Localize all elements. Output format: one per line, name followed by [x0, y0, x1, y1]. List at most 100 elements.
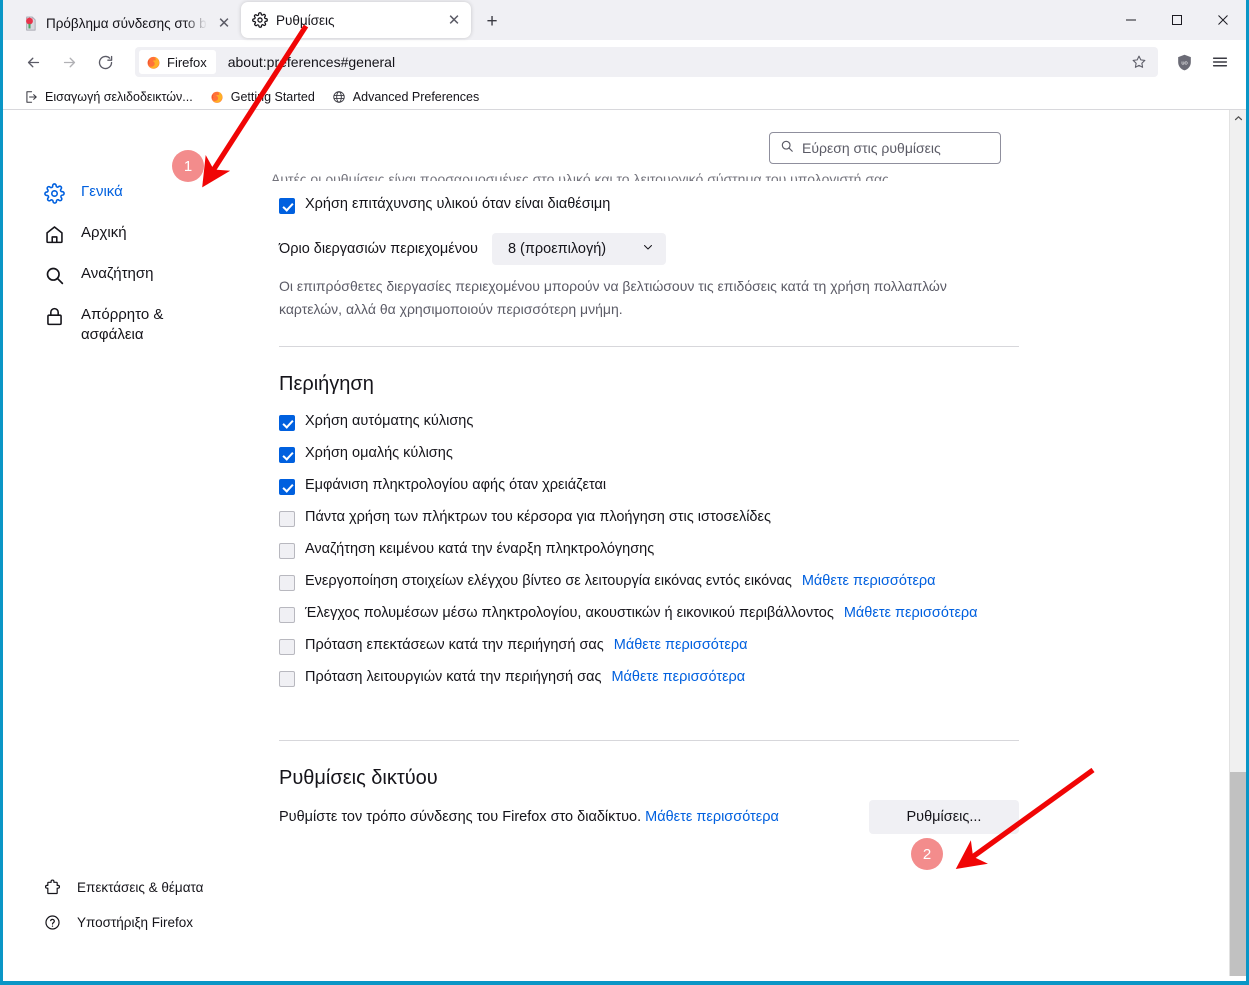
checkbox-label: Έλεγχος πολυμέσων μέσω πληκτρολογίου, ακ…	[305, 605, 834, 622]
new-tab-button[interactable]: +	[477, 7, 507, 37]
checkbox-recommend-extensions[interactable]: Πρόταση επεκτάσεων κατά την περιήγησή σα…	[279, 630, 1011, 662]
vertical-scrollbar[interactable]	[1229, 110, 1246, 976]
checkbox-label: Αναζήτηση κειμένου κατά την έναρξη πληκτ…	[305, 541, 655, 558]
firefox-icon	[147, 56, 160, 69]
tab-connection-problem[interactable]: Πρόβλημα σύνδεσης στο bourd ✕	[11, 6, 241, 40]
url-bar[interactable]: Firefox about:preferences#general	[135, 47, 1158, 77]
bookmark-import[interactable]: Εισαγωγή σελιδοδεικτών...	[17, 87, 199, 107]
checkbox-indicator[interactable]	[279, 575, 295, 592]
firefox-icon	[209, 89, 225, 105]
globe-icon	[331, 89, 347, 105]
checkbox-picture-in-picture[interactable]: Ενεργοποίηση στοιχείων ελέγχου βίντεο σε…	[279, 566, 1011, 598]
sidebar-item-label: Αναζήτηση	[81, 265, 154, 282]
broken-page-icon	[21, 15, 38, 32]
learn-more-link[interactable]: Μάθετε περισσότερα	[611, 669, 745, 685]
puzzle-icon	[43, 879, 61, 897]
minimize-button[interactable]	[1108, 0, 1154, 40]
checkbox-indicator[interactable]	[279, 639, 295, 656]
checkbox-indicator[interactable]	[279, 607, 295, 624]
back-button[interactable]	[17, 46, 49, 78]
reload-button[interactable]	[89, 46, 121, 78]
checkbox-caret-browsing[interactable]: Πάντα χρήση των πλήκτρων του κέρσορα για…	[279, 502, 1011, 534]
svg-text:uo: uo	[1181, 60, 1187, 66]
close-button[interactable]	[1200, 0, 1246, 40]
sidebar-item-label: Γενικά	[81, 183, 123, 200]
bookmark-getting-started[interactable]: Getting Started	[203, 87, 321, 107]
gear-icon	[43, 182, 65, 204]
search-icon	[780, 139, 794, 158]
checkbox-label: Χρήση επιτάχυνσης υλικού όταν είναι διαθ…	[305, 196, 611, 212]
bookmarks-bar: Εισαγωγή σελιδοδεικτών... Getting Starte…	[3, 84, 1246, 110]
checkbox-touch-keyboard[interactable]: Εμφάνιση πληκτρολογίου αφής όταν χρειάζε…	[279, 470, 1011, 502]
sidebar-item-firefox-support[interactable]: Υποστήριξη Firefox	[3, 905, 253, 940]
checkbox-media-control[interactable]: Έλεγχος πολυμέσων μέσω πληκτρολογίου, ακ…	[279, 598, 1011, 630]
close-icon[interactable]: ✕	[445, 11, 463, 29]
bookmark-star-icon[interactable]	[1126, 49, 1152, 75]
sidebar-item-general[interactable]: Γενικά	[3, 172, 253, 213]
close-icon[interactable]: ✕	[215, 14, 233, 32]
learn-more-link[interactable]: Μάθετε περισσότερα	[802, 573, 936, 589]
identity-label: Firefox	[167, 54, 207, 70]
checkbox-indicator[interactable]	[279, 415, 295, 432]
content-process-limit-select[interactable]: 8 (προεπιλογή)	[491, 233, 666, 265]
browsing-section-title: Περιήγηση	[279, 373, 374, 396]
identity-chip[interactable]: Firefox	[139, 50, 216, 74]
checkbox-autoscroll[interactable]: Χρήση αυτόματης κύλισης	[279, 406, 1011, 438]
checkbox-indicator[interactable]	[279, 479, 295, 496]
checkbox-indicator[interactable]	[279, 671, 295, 688]
checkbox-search-on-typing[interactable]: Αναζήτηση κειμένου κατά την έναρξη πληκτ…	[279, 534, 1011, 566]
gear-icon	[251, 12, 268, 29]
network-description-wrap: Ρυθμίστε τον τρόπο σύνδεσης του Firefox …	[279, 809, 779, 825]
learn-more-link[interactable]: Μάθετε περισσότερα	[844, 605, 978, 621]
select-value: 8 (προεπιλογή)	[507, 241, 607, 257]
checkbox-label: Ενεργοποίηση στοιχείων ελέγχου βίντεο σε…	[305, 573, 792, 590]
checkbox-label: Εμφάνιση πληκτρολογίου αφής όταν χρειάζε…	[305, 477, 607, 494]
settings-pane: Αυτές οι ρυθμίσεις είναι προσαρμοσμένες …	[271, 170, 1019, 835]
hardware-settings-note: Αυτές οι ρυθμίσεις είναι προσαρμοσμένες …	[271, 171, 893, 181]
checkbox-indicator[interactable]	[279, 198, 295, 214]
question-circle-icon	[43, 914, 61, 932]
content-process-limit-label: Όριο διεργασιών περιεχομένου	[279, 241, 478, 257]
checkbox-indicator[interactable]	[279, 543, 295, 560]
tab-settings[interactable]: Ρυθμίσεις ✕	[241, 2, 471, 38]
content-process-limit-row: Όριο διεργασιών περιεχομένου 8 (προεπιλο…	[279, 233, 1011, 265]
checkbox-smooth-scroll[interactable]: Χρήση ομαλής κύλισης	[279, 438, 1011, 470]
sidebar-item-search[interactable]: Αναζήτηση	[3, 254, 253, 295]
checkbox-indicator[interactable]	[279, 447, 295, 464]
import-icon	[23, 89, 39, 105]
checkbox-indicator[interactable]	[279, 511, 295, 528]
preferences-sidebar: Γενικά Αρχική Αναζήτηση Απόρρητο & ασφάλ…	[3, 110, 253, 976]
learn-more-link[interactable]: Μάθετε περισσότερα	[614, 637, 748, 653]
learn-more-link[interactable]: Μάθετε περισσότερα	[645, 809, 779, 825]
ublock-origin-icon[interactable]: uo	[1168, 46, 1200, 78]
forward-button[interactable]	[53, 46, 85, 78]
sidebar-item-label: Αρχική	[81, 224, 127, 241]
app-menu-icon[interactable]	[1204, 46, 1236, 78]
maximize-button[interactable]	[1154, 0, 1200, 40]
scrollbar-track[interactable]	[1230, 127, 1246, 976]
checkbox-label: Χρήση αυτόματης κύλισης	[305, 413, 474, 430]
preferences-main: Εύρεση στις ρυθμίσεις Αυτές οι ρυθμίσεις…	[253, 110, 1246, 976]
bookmark-advanced-preferences[interactable]: Advanced Preferences	[325, 87, 485, 107]
scroll-up-arrow-icon[interactable]	[1230, 110, 1247, 127]
checkbox-hardware-acceleration[interactable]: Χρήση επιτάχυνσης υλικού όταν είναι διαθ…	[279, 189, 1011, 221]
sidebar-item-label: Υποστήριξη Firefox	[77, 914, 194, 930]
browser-window: Πρόβλημα σύνδεσης στο bourd ✕ Ρυθμίσεις …	[0, 0, 1249, 985]
network-settings-row: Ρυθμίστε τον τρόπο σύνδεσης του Firefox …	[279, 800, 1019, 835]
sidebar-item-privacy-security[interactable]: Απόρρητο & ασφάλεια	[3, 295, 253, 355]
window-controls	[1108, 0, 1246, 40]
sidebar-item-extensions-themes[interactable]: Επεκτάσεις & θέματα	[3, 870, 253, 905]
network-description: Ρυθμίστε τον τρόπο σύνδεσης του Firefox …	[279, 809, 642, 826]
bookmark-label: Getting Started	[230, 89, 315, 104]
search-icon	[43, 264, 65, 286]
tab-strip: Πρόβλημα σύνδεσης στο bourd ✕ Ρυθμίσεις …	[3, 0, 1246, 40]
checkbox-recommend-features[interactable]: Πρόταση λειτουργιών κατά την περιήγησή σ…	[279, 662, 1011, 694]
sidebar-item-home[interactable]: Αρχική	[3, 213, 253, 254]
network-settings-button[interactable]: Ρυθμίσεις...	[869, 800, 1019, 835]
tab-title: Ρυθμίσεις	[276, 12, 335, 28]
scrollbar-thumb[interactable]	[1230, 772, 1246, 976]
annotation-badge-2: 2	[911, 838, 943, 870]
chevron-down-icon	[642, 241, 654, 257]
search-input[interactable]: Εύρεση στις ρυθμίσεις	[769, 132, 1001, 164]
bookmark-label: Εισαγωγή σελιδοδεικτών...	[45, 89, 193, 104]
